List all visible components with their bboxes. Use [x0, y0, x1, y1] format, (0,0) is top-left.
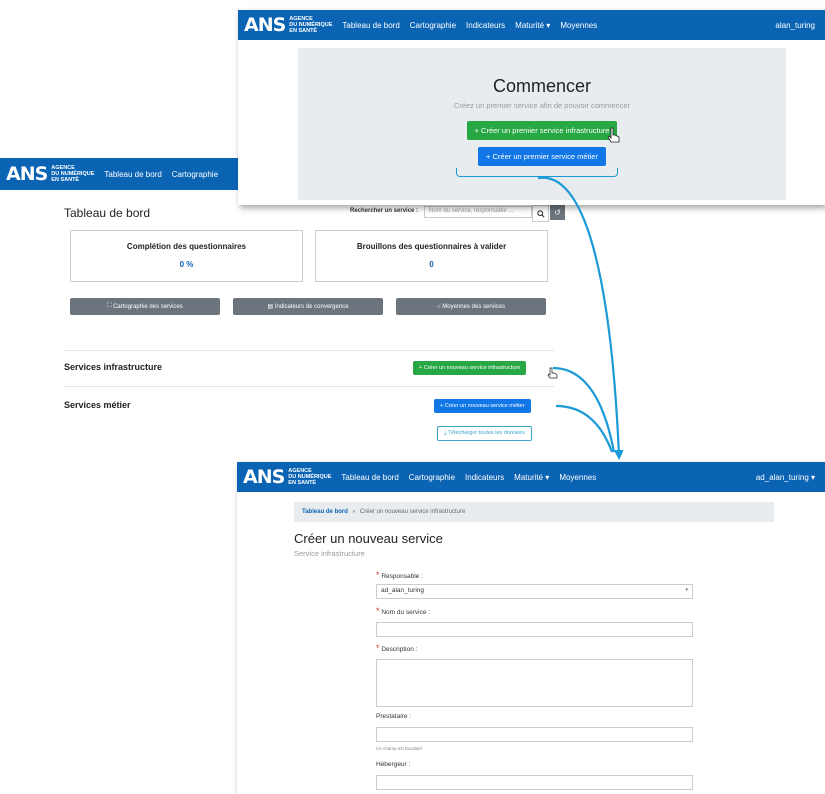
nom-service-label: * Nom du service :	[376, 606, 431, 616]
commencer-title: Commencer	[492, 76, 592, 96]
bracket-highlight	[456, 168, 618, 177]
user-menu[interactable]: ad_alan_turing ▾	[756, 473, 815, 482]
description-textarea[interactable]	[376, 659, 693, 707]
dashboard-content: Tableau de bord Rechercher un service : …	[0, 190, 580, 450]
logo[interactable]: ANS AGENCE DU NUMÉRIQUE EN SANTÉ	[244, 13, 333, 36]
logo-mark: ANS	[244, 13, 286, 36]
nav-moyennes[interactable]: Moyennes	[560, 21, 597, 30]
page-subtitle: Service infrastructure	[294, 549, 365, 558]
breadcrumb: Tableau de bord › Créer un nouveau servi…	[294, 502, 774, 522]
indicateurs-convergence-button[interactable]: ▤ Indicateurs de convergence	[233, 298, 383, 315]
first-infra-service-button[interactable]: + Créer un premier service infrastructur…	[466, 121, 618, 140]
logo-mark: ANS	[6, 162, 48, 185]
divider	[64, 350, 554, 351]
chevron-down-icon: ▾	[685, 587, 688, 593]
section-metier-title: Services métier	[64, 400, 131, 410]
section-infra-title: Services infrastructure	[64, 362, 163, 372]
first-metier-service-button[interactable]: + Créer un premier service métier	[478, 147, 606, 166]
breadcrumb-current: Créer un nouveau service infrastructure	[359, 509, 466, 515]
navbar: ANS AGENCE DU NUMÉRIQUE EN SANTÉ Tableau d…	[237, 462, 825, 492]
responsable-select[interactable]: ad_alan_turing ▾	[376, 584, 693, 599]
nav-tableau-de-bord[interactable]: Tableau de bord	[104, 170, 161, 179]
cartographie-services-button[interactable]: ⛶ Cartographie des services	[70, 298, 220, 315]
chevron-right-icon: ›	[352, 509, 355, 515]
navbar: ANS AGENCE DU NUMÉRIQUE EN SANTÉ Tableau d…	[238, 10, 825, 40]
nav-indicateurs[interactable]: Indicateurs	[466, 21, 505, 30]
nav-maturite[interactable]: Maturité ▾	[515, 21, 550, 30]
logo[interactable]: ANS AGENCE DU NUMÉRIQUE EN SANTÉ	[243, 465, 332, 488]
description-label: * Description :	[376, 643, 418, 653]
navbar: ANS AGENCE DU NUMÉRIQUE EN SANTÉ Tableau d…	[0, 158, 238, 190]
reset-icon[interactable]: ↺	[550, 205, 565, 220]
moyennes-services-button[interactable]: ○ Moyennes des services	[396, 298, 546, 315]
search-label: Rechercher un service :	[350, 208, 419, 214]
commencer-subtitle: Créez un premier service afin de pouvoir…	[453, 101, 631, 110]
new-infra-service-button[interactable]: + Créer un nouveau service infrastructur…	[413, 361, 527, 375]
hebergeur-input[interactable]	[376, 775, 693, 790]
dashboard-navbar-panel: ANS AGENCE DU NUMÉRIQUE EN SANTÉ Tableau d…	[0, 158, 238, 190]
stat-brouillons: Brouillons des questionnaires à valider …	[315, 230, 548, 282]
nav-cartographie[interactable]: Cartographie	[410, 21, 456, 30]
nav-tableau-de-bord[interactable]: Tableau de bord	[342, 21, 399, 30]
optional-hint: Ce champ est facultatif	[376, 746, 422, 751]
logo-text: AGENCE DU NUMÉRIQUE EN SANTÉ	[288, 468, 332, 486]
nav-indicateurs[interactable]: Indicateurs	[465, 473, 504, 482]
commencer-panel: ANS AGENCE DU NUMÉRIQUE EN SANTÉ Tableau d…	[238, 10, 825, 205]
chart-icon: ▤	[267, 304, 275, 310]
commencer-jumbotron: Commencer Créez un premier service afin …	[298, 48, 786, 200]
logo-text: AGENCE DU NUMÉRIQUE EN SANTÉ	[51, 165, 95, 183]
nom-service-input[interactable]	[376, 622, 693, 637]
logo-text: AGENCE DU NUMÉRIQUE EN SANTÉ	[289, 16, 333, 34]
prestataire-label: Prestataire :	[376, 713, 412, 720]
search-input[interactable]: Nom du service, responsable ...	[424, 206, 532, 218]
breadcrumb-home[interactable]: Tableau de bord	[302, 509, 348, 515]
divider	[64, 386, 554, 387]
page-title: Créer un nouveau service	[294, 531, 443, 546]
user-menu[interactable]: alan_turing	[775, 21, 815, 30]
logo[interactable]: ANS AGENCE DU NUMÉRIQUE EN SANTÉ	[6, 162, 95, 185]
download-data-button[interactable]: ⤓ Télécharger toutes les données	[437, 426, 532, 441]
nav-cartographie[interactable]: Cartographie	[172, 170, 218, 179]
prestataire-input[interactable]	[376, 727, 693, 742]
hebergeur-label: Hébergeur :	[376, 761, 411, 768]
nav-moyennes[interactable]: Moyennes	[559, 473, 596, 482]
create-service-panel: ANS AGENCE DU NUMÉRIQUE EN SANTÉ Tableau d…	[237, 462, 825, 794]
page-title: Tableau de bord	[64, 206, 151, 220]
responsable-label: * Responsable :	[376, 570, 423, 580]
nav-cartographie[interactable]: Cartographie	[409, 473, 455, 482]
search-icon[interactable]	[532, 205, 549, 222]
logo-mark: ANS	[243, 465, 285, 488]
nav-tableau-de-bord[interactable]: Tableau de bord	[341, 473, 398, 482]
new-metier-service-button[interactable]: + Créer un nouveau service métier	[434, 399, 531, 413]
stat-completion: Complétion des questionnaires 0 %	[70, 230, 303, 282]
nav-maturite[interactable]: Maturité ▾	[514, 473, 549, 482]
